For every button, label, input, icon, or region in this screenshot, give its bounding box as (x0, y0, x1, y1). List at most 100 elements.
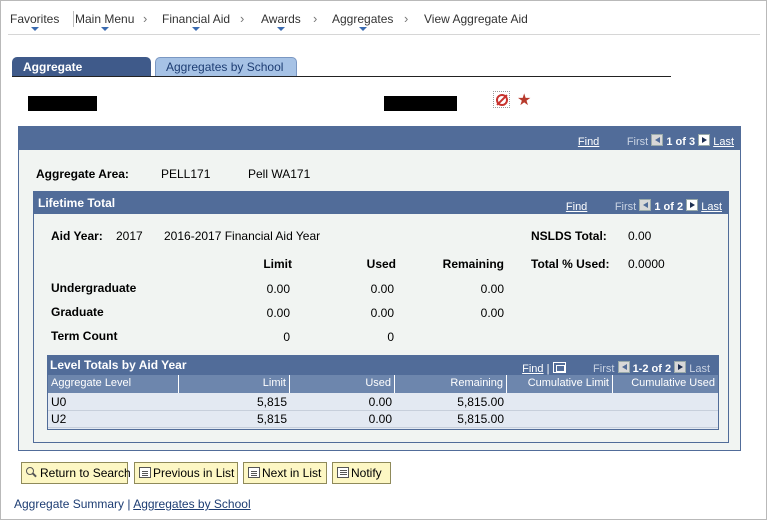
find-link[interactable]: Find (578, 136, 599, 148)
cell-aggregate-level: U0 (51, 395, 67, 409)
tab-aggregate-summary[interactable]: Aggregate Summary (12, 57, 151, 93)
chevron-down-icon (192, 27, 201, 31)
nslds-total-value: 0.00 (628, 229, 652, 243)
cell-limit: 5,815 (256, 395, 287, 409)
notify-button[interactable]: Notify (332, 462, 391, 484)
nav-awards[interactable]: Awards (261, 12, 301, 31)
aid-year-desc: 2016-2017 Financial Aid Year (164, 229, 321, 243)
term-count-label: Term Count (51, 329, 118, 343)
table-row: U2 5,815 0.00 5,815.00 (48, 411, 718, 428)
breadcrumb-separator: › (313, 11, 318, 26)
next-list-icon (248, 467, 260, 478)
nav-financial-aid[interactable]: Financial Aid (162, 12, 230, 31)
lifetime-total-title: Lifetime Total (38, 196, 116, 210)
col-cumulative-limit[interactable]: Cumulative Limit (507, 375, 613, 393)
lifetime-total-header: Lifetime Total Find First 1 of 2 Last (34, 192, 728, 214)
cell-limit: 5,815 (256, 412, 287, 426)
find-link[interactable]: Find (566, 201, 587, 213)
graduate-used: 0.00 (370, 306, 394, 320)
footer-link-aggregate-summary[interactable]: Aggregate Summary (14, 497, 124, 511)
col-limit[interactable]: Limit (179, 375, 290, 393)
aggregate-panel: Find First 1 of 3 Last Aggregate Area: P… (18, 126, 741, 451)
footer-link-aggregates-by-school[interactable]: Aggregates by School (133, 497, 250, 511)
footer-links: Aggregate Summary | Aggregates by School (14, 497, 251, 511)
table-row: U0 5,815 0.00 5,815.00 (48, 394, 718, 411)
limit-header: Limit (263, 257, 292, 271)
breadcrumb-separator: › (404, 11, 409, 26)
undergraduate-label: Undergraduate (51, 281, 137, 295)
used-header: Used (366, 257, 396, 271)
last-link[interactable]: Last (701, 201, 722, 213)
chevron-down-icon (276, 27, 285, 31)
total-pct-used-label: Total % Used: (531, 257, 610, 271)
graduate-limit: 0.00 (266, 306, 290, 320)
breadcrumb-separator: › (240, 11, 245, 26)
aggregate-area-code: PELL171 (161, 167, 211, 181)
cell-remaining: 5,815.00 (457, 412, 504, 426)
col-cumulative-used[interactable]: Cumulative Used (613, 375, 718, 393)
lifetime-total-panel: Lifetime Total Find First 1 of 2 Last Ai… (33, 191, 729, 443)
first-link: First (626, 136, 649, 148)
cancel-icon[interactable] (493, 91, 510, 108)
next-in-list-button[interactable]: Next in List (243, 462, 327, 484)
nav-main-menu[interactable]: Main Menu (75, 12, 134, 31)
total-pct-used-value: 0.0000 (628, 257, 665, 271)
col-used[interactable]: Used (290, 375, 395, 393)
row-count: 1 of 3 (666, 136, 696, 148)
nav-favorites[interactable]: Favorites (10, 12, 59, 31)
aggregate-area-label: Aggregate Area: (36, 167, 129, 181)
breadcrumb: Favorites Main Menu › Financial Aid › Aw… (8, 9, 760, 35)
next-arrow-icon[interactable] (686, 199, 699, 211)
term-count-used: 0 (387, 330, 394, 344)
notify-icon (337, 467, 349, 478)
cell-aggregate-level: U2 (51, 412, 67, 426)
chevron-down-icon (30, 27, 39, 31)
footer-separator: | (127, 497, 131, 511)
nav-current-page: View Aggregate Aid (424, 12, 528, 26)
redacted-id (28, 96, 97, 111)
nslds-total-label: NSLDS Total: (531, 229, 607, 243)
lifetime-nav: Find First 1 of 2 Last (566, 199, 722, 213)
tab-aggregates-by-school[interactable]: Aggregates by School (155, 57, 297, 77)
last-link: Last (689, 363, 710, 375)
cell-remaining: 5,815.00 (457, 395, 504, 409)
divider (73, 11, 74, 27)
next-arrow-icon[interactable] (698, 134, 711, 146)
graduate-label: Graduate (51, 305, 104, 319)
term-count-limit: 0 (283, 330, 290, 344)
aid-year-value: 2017 (116, 229, 143, 243)
row-count: 1-2 of 2 (632, 363, 672, 375)
remaining-header: Remaining (442, 257, 504, 271)
panel-header: Find First 1 of 3 Last (19, 127, 740, 150)
cell-used: 0.00 (368, 412, 392, 426)
search-icon (26, 467, 38, 478)
aggregate-area-desc: Pell WA171 (248, 167, 311, 181)
find-link[interactable]: Find (522, 363, 543, 375)
graduate-remaining: 0.00 (480, 306, 504, 320)
grid-header: Level Totals by Aid Year Find | First 1-… (48, 356, 718, 375)
first-link: First (593, 363, 615, 375)
previous-in-list-button[interactable]: Previous in List (134, 462, 238, 484)
star-icon[interactable]: ★ (517, 90, 531, 110)
level-totals-grid: Level Totals by Aid Year Find | First 1-… (47, 355, 719, 430)
row-count: 1 of 2 (654, 201, 684, 213)
chevron-down-icon (358, 27, 367, 31)
panel-nav: Find First 1 of 3 Last (578, 134, 734, 148)
previous-arrow-icon (639, 199, 652, 211)
redacted-name (384, 96, 457, 111)
aid-year-label: Aid Year: (51, 229, 103, 243)
col-remaining[interactable]: Remaining (395, 375, 507, 393)
chevron-down-icon (100, 27, 109, 31)
nav-aggregates[interactable]: Aggregates (332, 12, 393, 31)
col-aggregate-level[interactable]: Aggregate Level (48, 375, 179, 393)
next-arrow-icon (674, 361, 687, 373)
first-link: First (614, 201, 637, 213)
grid-title: Level Totals by Aid Year (50, 358, 187, 372)
previous-list-icon (139, 467, 151, 478)
breadcrumb-separator: › (143, 11, 148, 26)
previous-arrow-icon (617, 361, 630, 373)
last-link[interactable]: Last (713, 136, 734, 148)
return-to-search-button[interactable]: Return to Search (21, 462, 131, 484)
view-all-icon[interactable] (552, 362, 566, 373)
previous-arrow-icon (651, 134, 664, 146)
